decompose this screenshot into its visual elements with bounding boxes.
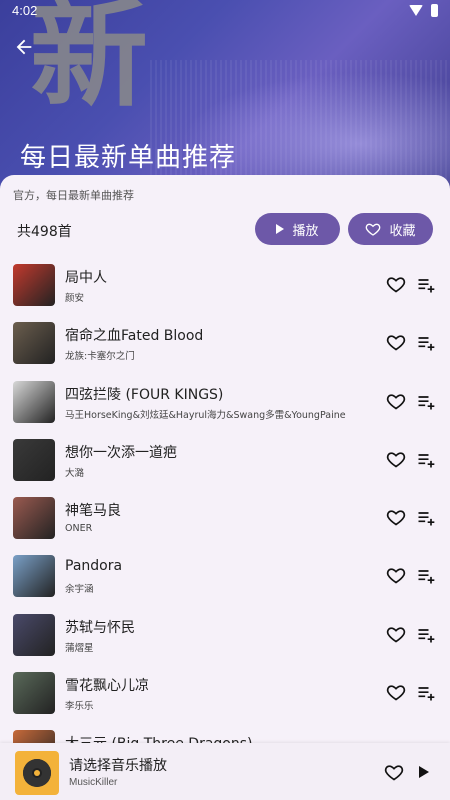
playlist-description: 官方，每日最新单曲推荐 [13, 189, 134, 202]
song-title: 想你一次添一道疤 [65, 444, 177, 461]
add-to-queue-icon[interactable] [416, 392, 436, 412]
status-time: 4:02 [12, 3, 38, 18]
song-artist: 大潞 [65, 467, 85, 479]
song-title: 神笔马良 [65, 503, 121, 520]
song-title: 苏轼与怀民 [65, 619, 135, 636]
song-title: 宿命之血Fated Blood [65, 328, 204, 345]
play-icon [276, 224, 285, 234]
song-title: Pandora [65, 558, 123, 575]
status-bar: 4:02 [0, 0, 450, 22]
album-cover [13, 555, 55, 598]
heart-icon[interactable] [386, 332, 406, 352]
song-artist: 余宇涵 [65, 584, 94, 596]
add-to-queue-icon[interactable] [416, 566, 436, 586]
song-artist: 颜安 [65, 293, 85, 304]
album-cover [13, 613, 55, 656]
song-row[interactable]: 苏轼与怀民 蒲熠星 [0, 608, 450, 666]
song-title: 四弦拦陵 (FOUR KINGS) [65, 386, 224, 403]
song-artist: 蒲熠星 [65, 642, 94, 654]
collect-label: 收藏 [389, 223, 416, 239]
play-icon[interactable] [419, 766, 429, 778]
song-row[interactable]: Pandora 余宇涵 [0, 549, 450, 607]
song-artist: 李乐乐 [65, 701, 94, 713]
album-cover [13, 380, 55, 423]
vinyl-disc-icon [23, 759, 51, 787]
back-arrow-icon[interactable] [13, 36, 35, 58]
add-to-queue-icon[interactable] [416, 450, 436, 470]
add-to-queue-icon[interactable] [416, 508, 436, 528]
heart-icon[interactable] [386, 391, 406, 411]
play-all-button[interactable]: 播放 [255, 213, 340, 245]
battery-icon [431, 4, 438, 17]
heart-icon[interactable] [386, 624, 406, 644]
album-cover [13, 438, 55, 481]
song-title: 局中人 [65, 270, 107, 286]
add-to-queue-icon[interactable] [416, 275, 436, 295]
song-row[interactable]: 四弦拦陵 (FOUR KINGS) 马王HorseKing&刘炫廷&Hayrul海… [0, 375, 450, 433]
heart-icon[interactable] [386, 449, 406, 469]
song-list: 局中人颜安宿命之血Fated Blood 龙族:卡塞尔之门四弦拦陵 (FOUR K… [0, 258, 450, 783]
play-all-label: 播放 [292, 223, 319, 239]
song-artist: 马王HorseKing&刘炫廷&Hayrul海力&Swang多雷&YoungPa… [65, 409, 346, 421]
header-banner: 新 4:02 每日最新单曲推荐 [0, 0, 450, 200]
heart-icon[interactable] [386, 682, 406, 702]
heart-icon[interactable] [386, 507, 406, 527]
heart-icon[interactable] [386, 565, 406, 585]
collect-button[interactable]: 收藏 [348, 213, 433, 245]
add-to-queue-icon[interactable] [416, 333, 436, 353]
heart-icon[interactable] [384, 762, 404, 782]
song-row[interactable]: 局中人 颜安 [0, 258, 450, 316]
heart-icon[interactable] [386, 274, 406, 294]
add-to-queue-icon[interactable] [416, 683, 436, 703]
mini-player[interactable]: 请选择音乐播放 MusicKiller [0, 743, 450, 800]
status-icons [409, 4, 438, 17]
player-cover [15, 751, 59, 795]
song-row[interactable]: 宿命之血Fated Blood 龙族:卡塞尔之门 [0, 316, 450, 374]
song-artist: 龙族:卡塞尔之门 [65, 351, 135, 363]
player-subtitle: MusicKiller [69, 777, 118, 788]
song-row[interactable]: 神笔马良 ONER [0, 491, 450, 549]
song-count: 共498首 [17, 224, 72, 240]
album-cover [13, 322, 55, 365]
player-title: 请选择音乐播放 [69, 758, 167, 774]
song-artist: ONER [65, 523, 93, 535]
song-row[interactable]: 雪花飘心儿凉 李乐乐 [0, 666, 450, 724]
page-title: 每日最新单曲推荐 [20, 143, 237, 173]
playlist-sheet: 官方，每日最新单曲推荐 共498首 播放 收藏 局中人颜安宿命之血Fated B… [0, 175, 450, 800]
wifi-icon [409, 5, 423, 16]
album-cover [13, 672, 55, 715]
song-title: 雪花飘心儿凉 [65, 678, 149, 695]
add-to-queue-icon[interactable] [416, 625, 436, 645]
album-cover [13, 497, 55, 540]
song-row[interactable]: 想你一次添一道疤大潞 [0, 433, 450, 491]
album-cover [13, 264, 55, 306]
heart-icon [366, 223, 381, 236]
